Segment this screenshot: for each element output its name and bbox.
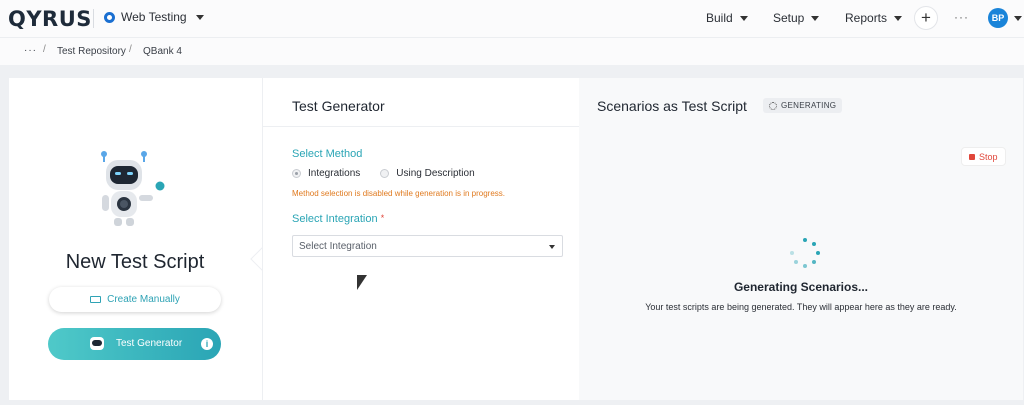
test-generator-heading: Test Generator	[292, 98, 385, 114]
mouse-cursor-icon	[357, 275, 367, 290]
chevron-down-icon	[894, 15, 903, 21]
chevron-down-icon	[195, 14, 204, 20]
stop-icon	[969, 153, 975, 160]
radio-using-description-label[interactable]: Using Description	[396, 168, 474, 179]
new-test-script-panel: New Test Script Create Manually Test Gen…	[9, 78, 261, 400]
nav-build-label: Build	[706, 11, 733, 25]
keyboard-icon	[90, 296, 102, 303]
project-selector[interactable]: Web Testing	[104, 10, 204, 24]
section-divider	[263, 126, 580, 127]
main-card: New Test Script Create Manually Test Gen…	[9, 78, 1023, 400]
radio-integrations-label[interactable]: Integrations	[308, 168, 360, 179]
project-name: Web Testing	[121, 10, 187, 24]
stop-button[interactable]: Stop	[961, 147, 1006, 166]
stop-label: Stop	[979, 151, 998, 162]
breadcrumb-separator: /	[129, 44, 132, 55]
breadcrumb-separator: /	[43, 44, 46, 55]
robot-illustration	[101, 151, 165, 226]
info-icon[interactable]: i	[201, 338, 213, 350]
test-generator-label: Test Generator	[116, 338, 183, 349]
breadcrumb-test-repository[interactable]: Test Repository	[57, 46, 126, 57]
create-manually-label: Create Manually	[107, 294, 180, 305]
required-marker: *	[380, 213, 385, 223]
breadcrumb-qbank[interactable]: QBank 4	[143, 46, 182, 57]
integration-select[interactable]: Select Integration	[292, 235, 563, 257]
add-button[interactable]: +	[914, 6, 938, 30]
select-method-label: Select Method	[292, 148, 363, 160]
more-menu-button[interactable]: ···	[954, 10, 969, 24]
loading-icon	[769, 101, 777, 110]
loading-spinner-icon	[790, 238, 820, 268]
generating-badge-label: GENERATING	[781, 101, 837, 110]
nav-reports[interactable]: Reports	[845, 11, 903, 25]
robot-icon	[90, 337, 104, 350]
qyrus-logo[interactable]: QYRUS	[8, 7, 92, 31]
select-integration-text: Select Integration	[292, 213, 378, 225]
radio-integrations[interactable]	[292, 169, 301, 178]
nav-setup-label: Setup	[773, 11, 805, 25]
nav-build[interactable]: Build	[706, 11, 748, 25]
create-manually-button[interactable]: Create Manually	[49, 287, 221, 312]
test-generator-button[interactable]: Test Generator i	[48, 328, 221, 360]
caret-down-icon	[549, 245, 555, 249]
generating-badge: GENERATING	[763, 98, 843, 113]
method-radio-group: Integrations Using Description	[292, 168, 495, 179]
chevron-down-icon[interactable]	[1014, 16, 1022, 21]
test-generator-panel: Test Generator Select Method Integration…	[262, 78, 580, 400]
plus-icon: +	[921, 8, 931, 27]
project-icon	[104, 11, 115, 23]
select-integration-label: Select Integration *	[292, 213, 384, 225]
nav-reports-label: Reports	[845, 11, 888, 25]
radio-using-description[interactable]	[380, 169, 390, 178]
chevron-down-icon	[811, 15, 820, 21]
breadcrumb-more[interactable]: ···	[24, 45, 37, 56]
integration-select-placeholder: Select Integration	[299, 241, 377, 252]
topbar-divider	[93, 9, 94, 28]
scenarios-panel: Scenarios as Test Script GENERATING Stop…	[579, 78, 1023, 400]
generating-status-subtitle: Your test scripts are being generated. T…	[645, 302, 957, 312]
top-bar: QYRUS Web Testing Build Setup Reports + …	[0, 0, 1024, 37]
user-avatar[interactable]: BP	[988, 8, 1008, 28]
nav-setup[interactable]: Setup	[773, 11, 820, 25]
generating-status-title: Generating Scenarios...	[733, 280, 869, 294]
breadcrumb: ··· / Test Repository / QBank 4	[0, 37, 1024, 65]
method-disabled-warning: Method selection is disabled while gener…	[292, 189, 506, 198]
scenarios-heading: Scenarios as Test Script	[597, 98, 747, 114]
chevron-down-icon	[739, 15, 748, 21]
page-title: New Test Script	[65, 251, 205, 273]
